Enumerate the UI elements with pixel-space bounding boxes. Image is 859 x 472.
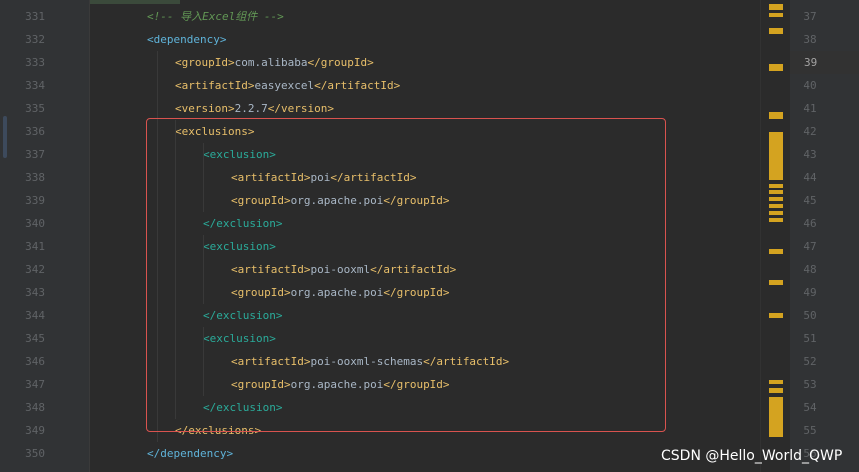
line-number: 349 [25,424,45,437]
line-number: 335 [25,102,45,115]
diff-line-number: 50 [803,309,817,322]
code-line[interactable]: <groupId>com.alibaba</groupId> [175,51,374,74]
code-line[interactable]: </dependency> [147,442,233,465]
diff-line-number: 43 [803,148,817,161]
change-marker[interactable] [769,249,783,254]
change-marker[interactable] [769,13,783,17]
tag-value: 2.2.7 [234,102,268,115]
diff-line-number: 41 [803,102,817,115]
change-marker[interactable] [769,28,783,34]
change-marker[interactable] [769,197,783,201]
change-marker[interactable] [769,430,783,436]
change-marker[interactable] [769,380,783,384]
diff-line-number: 46 [803,217,817,230]
line-number: 350 [25,447,45,460]
diff-line-number: 37 [803,10,817,23]
change-marker[interactable] [769,132,783,180]
line-number: 341 [25,240,45,253]
line-number-gutter: 331 332 333 334 335 336 337 338 339 340 341 342 343 3… [11,0,89,472]
line-number: 342 [25,263,45,276]
diff-line-number: 40 [803,79,817,92]
left-tool-strip [0,0,11,472]
watermark: CSDN @Hello_World_QWP [661,448,843,464]
line-number: 347 [25,378,45,391]
diff-line-number: 39 [790,51,859,74]
change-marker[interactable] [769,211,783,215]
diff-line-number-gutter: 37 38 39 40 41 42 43 44 45 46 47 48 49 50 51 52 53 54 55 56 [790,0,859,472]
line-number: 343 [25,286,45,299]
change-marker[interactable] [769,313,783,318]
code-line[interactable]: <dependency> [147,28,226,51]
diff-line-number: 48 [803,263,817,276]
change-marker[interactable] [769,204,783,208]
diff-line-number: 45 [803,194,817,207]
diff-line-number: 49 [803,286,817,299]
diff-line-number: 47 [803,240,817,253]
selection-highlight [90,0,180,4]
close-tag: </artifactId> [314,79,401,92]
change-marker[interactable] [769,112,783,119]
line-number: 337 [25,148,45,161]
line-number: 340 [25,217,45,230]
tag-value: com.alibaba [234,56,308,69]
diff-line-number: 52 [803,355,817,368]
line-number: 333 [25,56,45,69]
line-number: 334 [25,79,45,92]
line-number: 339 [25,194,45,207]
line-number: 345 [25,332,45,345]
scroll-position-marker [3,116,7,158]
change-marker[interactable] [769,64,783,71]
diff-line-number: 42 [803,125,817,138]
diff-line-number: 55 [803,424,817,437]
diff-line-number: 54 [803,401,817,414]
diff-line-number: 44 [803,171,817,184]
line-number: 346 [25,355,45,368]
open-tag: <artifactId> [175,79,255,92]
change-marker[interactable] [769,190,783,194]
code-comment: <!-- 导入Excel组件 --> [147,10,284,23]
line-number: 338 [25,171,45,184]
code-line[interactable]: <artifactId>easyexcel</artifactId> [175,74,400,97]
line-number: 344 [25,309,45,322]
line-number: 348 [25,401,45,414]
close-tag: </groupId> [307,56,374,69]
change-marker[interactable] [769,218,783,222]
editor-scrollbar-markers[interactable] [760,0,791,472]
diff-line-number: 53 [803,378,817,391]
line-number: 336 [25,125,45,138]
open-tag: <dependency> [147,33,227,46]
diff-line-number: 51 [803,332,817,345]
diff-line-number: 38 [803,33,817,46]
close-tag: </version> [267,102,334,115]
line-number: 331 [25,10,45,23]
change-marker[interactable] [769,184,783,188]
highlight-box [146,118,666,432]
code-line[interactable]: <version>2.2.7</version> [175,97,334,120]
change-marker[interactable] [769,280,783,285]
open-tag: <groupId> [175,56,235,69]
line-number: 332 [25,33,45,46]
tag-value: easyexcel [254,79,315,92]
close-tag: </dependency> [147,447,234,460]
open-tag: <version> [175,102,235,115]
change-marker[interactable] [769,388,783,393]
change-marker[interactable] [769,4,783,10]
